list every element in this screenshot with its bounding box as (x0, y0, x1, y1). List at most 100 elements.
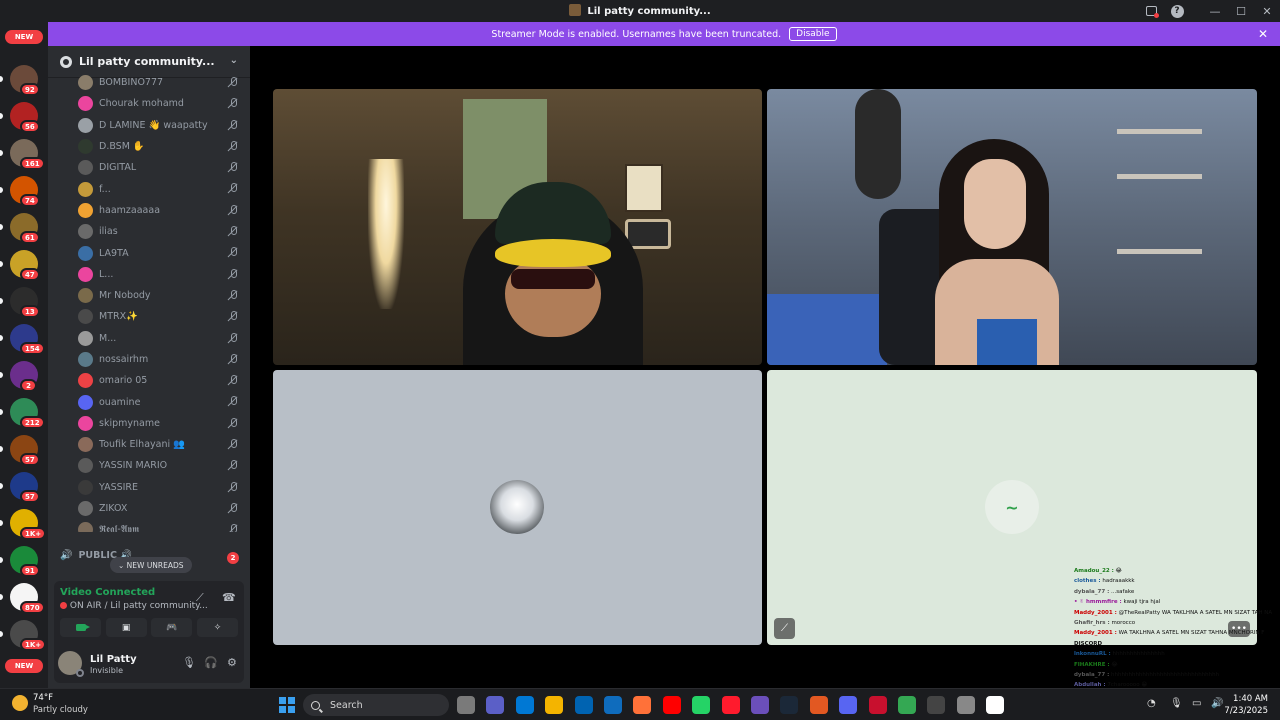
taskbar-app-icon[interactable] (486, 696, 505, 714)
weather-desc: Partly cloudy (33, 705, 88, 715)
member-name: L... (99, 268, 114, 280)
display-icon[interactable]: ▭ (1192, 698, 1201, 709)
taskbar-app-icon[interactable] (809, 696, 828, 714)
close-button[interactable]: ✕ (1254, 0, 1280, 22)
avatar[interactable] (58, 651, 84, 677)
username[interactable]: Lil Patty (90, 654, 137, 665)
voice-member[interactable]: D LAMINE 👋 waapatty (48, 115, 250, 136)
taskbar-app-icon[interactable] (927, 696, 946, 714)
voice-member[interactable]: omario 05 (48, 370, 250, 391)
windows-start-icon[interactable] (279, 697, 295, 713)
voice-member[interactable]: YASSIRE (48, 477, 250, 498)
video-tile-3[interactable] (273, 370, 762, 645)
inbox-icon[interactable] (1138, 0, 1164, 22)
disable-button[interactable]: Disable (789, 27, 837, 41)
voice-member[interactable]: YASSIN MARIO (48, 455, 250, 476)
screen-share-button[interactable]: ▣ (105, 618, 147, 637)
taskbar-app-icon[interactable] (457, 696, 475, 714)
headphones-icon[interactable]: 🎧 (204, 656, 218, 669)
chat-message: Ghafir_hrs : morocco (1074, 618, 1274, 628)
window-title: Lil patty community... (0, 4, 1280, 17)
taskbar-app-icon[interactable] (839, 696, 858, 714)
taskbar-app-icon[interactable] (633, 696, 652, 714)
microphone-icon[interactable]: 🎙 (182, 656, 196, 669)
settings-gear-icon[interactable]: ⚙ (227, 656, 237, 669)
taskbar-app-icon[interactable] (574, 696, 593, 714)
noise-suppression-icon[interactable]: ⟋ (196, 591, 204, 605)
video-tile-2[interactable] (767, 89, 1257, 365)
banner-close-icon[interactable]: ✕ (1258, 27, 1268, 41)
new-unreads-button[interactable]: ⌄ NEW UNREADS (110, 557, 192, 573)
chat-message: DISCORD (1074, 639, 1274, 649)
muted-mic-icon (228, 417, 238, 429)
participant-avatar[interactable]: ~ (985, 480, 1039, 534)
member-name: 𝕽𝖊𝖆𝖑-𝕬𝖞𝖒 (99, 524, 140, 532)
voice-member[interactable]: Mr Nobody (48, 285, 250, 306)
unread-indicator (0, 483, 3, 489)
volume-icon[interactable]: 🔊 (1211, 698, 1223, 709)
taskbar-app-icon[interactable] (515, 696, 534, 714)
voice-member[interactable]: Chourak mohamd (48, 93, 250, 114)
disconnect-icon[interactable]: ☎ (222, 591, 236, 604)
taskbar-app-icon[interactable] (956, 696, 975, 714)
voice-member[interactable]: ouamine (48, 391, 250, 412)
taskbar-app-icon[interactable] (721, 696, 740, 714)
taskbar-app-icon[interactable] (545, 696, 564, 714)
taskbar-app-icon[interactable] (604, 696, 622, 714)
taskbar-app-icon[interactable] (898, 696, 916, 714)
mention-badge: 47 (20, 268, 40, 281)
muted-mic-icon (228, 353, 238, 365)
video-tile-1[interactable] (273, 89, 762, 365)
voice-member[interactable]: ilias (48, 221, 250, 242)
minimize-button[interactable]: — (1202, 0, 1228, 22)
muted-mic-icon (228, 524, 238, 532)
network-icon[interactable]: ◔ (1147, 698, 1156, 709)
new-unread-pill[interactable]: NEW (5, 659, 43, 673)
voice-member[interactable]: 𝕽𝖊𝖆𝖑-𝕬𝖞𝖒 (48, 519, 250, 532)
taskbar-app-icon[interactable] (692, 696, 711, 714)
taskbar-app-icon[interactable] (868, 696, 887, 714)
voice-member[interactable]: ZIKOX (48, 498, 250, 519)
maximize-button[interactable]: ☐ (1228, 0, 1254, 22)
chat-username: • ✌ hmmmfire : (1074, 599, 1122, 606)
chat-username: dybala_77 : (1074, 672, 1110, 679)
voice-member[interactable]: M... (48, 328, 250, 349)
guild-name: Lil patty community... (79, 55, 215, 68)
avatar (78, 458, 93, 474)
streamer-mode-banner: Streamer Mode is enabled. Usernames have… (48, 22, 1280, 46)
activities-button[interactable]: 🎮 (151, 618, 193, 637)
system-clock[interactable]: 1:40 AM 7/23/2025 (1224, 693, 1268, 717)
taskbar-app-icon[interactable] (662, 696, 681, 714)
voice-status[interactable]: Video Connected (60, 587, 155, 598)
voice-member[interactable]: DIGITAL (48, 157, 250, 178)
voice-member[interactable]: nossairhm (48, 349, 250, 370)
voice-member[interactable]: LA9TA (48, 242, 250, 263)
new-unread-pill[interactable]: NEW (5, 30, 43, 44)
taskbar-app-icon[interactable] (986, 696, 1005, 714)
soundboard-button[interactable]: ✧ (196, 618, 238, 637)
voice-member[interactable]: D.BSM ✋ (48, 136, 250, 157)
voice-member[interactable]: haamzaaaaa (48, 200, 250, 221)
voice-channel-link[interactable]: ON AIR / Lil patty community... (60, 601, 208, 611)
avatar (78, 224, 93, 240)
shelf (1117, 249, 1202, 254)
chevron-down-icon[interactable]: ⌄ (230, 55, 238, 66)
voice-member[interactable]: skipmyname (48, 413, 250, 434)
muted-mic-icon (228, 481, 238, 493)
voice-member[interactable]: BOMBINO777 (48, 72, 250, 93)
voice-member[interactable]: MTRX✨ (48, 306, 250, 327)
voice-member[interactable]: f... (48, 178, 250, 199)
unread-indicator (0, 224, 3, 230)
help-icon[interactable]: ? (1164, 0, 1190, 22)
avatar (78, 288, 93, 304)
voice-member[interactable]: L... (48, 264, 250, 285)
taskbar-app-icon[interactable] (751, 696, 769, 714)
microphone-tray-icon[interactable]: 🎙 (1170, 698, 1183, 709)
search-box[interactable]: Search (303, 694, 449, 716)
voice-member[interactable]: Toufik Elhayani 👥 (48, 434, 250, 455)
taskbar-app-icon[interactable] (780, 696, 799, 714)
clock-date: 7/23/2025 (1224, 706, 1268, 716)
avatar (78, 479, 93, 495)
camera-button[interactable] (60, 618, 101, 637)
participant-avatar[interactable] (490, 480, 544, 534)
